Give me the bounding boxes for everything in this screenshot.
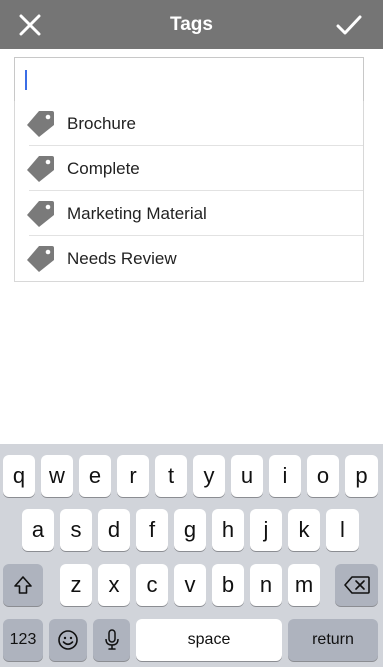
text-caret [25,70,27,90]
tag-icon [27,111,54,137]
key-i[interactable]: i [269,455,301,497]
key-t[interactable]: t [155,455,187,497]
tag-icon [27,156,54,182]
top-bar: Tags [0,0,383,49]
key-q[interactable]: q [3,455,35,497]
numbers-key[interactable]: 123 [3,619,43,661]
tag-list: Brochure Complete Marketing Material Nee… [14,101,364,282]
key-p[interactable]: p [345,455,378,497]
key-x[interactable]: x [98,564,130,606]
key-a[interactable]: a [22,509,54,551]
key-s[interactable]: s [60,509,92,551]
tag-icon [27,246,54,272]
tag-label: Brochure [67,114,136,133]
key-e[interactable]: e [79,455,111,497]
on-screen-keyboard: q w e r t y u i o p a s d f g h j k l z … [0,444,383,667]
key-f[interactable]: f [136,509,168,551]
key-u[interactable]: u [231,455,263,497]
key-y[interactable]: y [193,455,225,497]
key-j[interactable]: j [250,509,282,551]
key-b[interactable]: b [212,564,244,606]
return-key[interactable]: return [288,619,378,661]
dictation-key[interactable] [93,619,130,661]
emoji-icon [58,630,78,650]
key-h[interactable]: h [212,509,244,551]
key-n[interactable]: n [250,564,282,606]
tag-label: Marketing Material [67,204,207,223]
tag-search-field[interactable] [14,57,364,102]
key-c[interactable]: c [136,564,168,606]
key-w[interactable]: w [41,455,73,497]
delete-key[interactable] [335,564,378,606]
shift-key[interactable] [3,564,43,606]
done-button[interactable] [321,0,377,49]
tag-label: Complete [67,159,140,178]
emoji-key[interactable] [49,619,87,661]
key-o[interactable]: o [307,455,339,497]
key-v[interactable]: v [174,564,206,606]
microphone-icon [104,629,119,650]
key-k[interactable]: k [288,509,320,551]
tag-search-input[interactable] [15,58,363,101]
tag-item-needs-review[interactable]: Needs Review [15,236,363,281]
tag-icon [27,201,54,227]
tag-label: Needs Review [67,249,177,268]
key-r[interactable]: r [117,455,149,497]
space-key[interactable]: space [136,619,282,661]
checkmark-icon [336,15,362,34]
shift-icon [14,576,32,594]
key-z[interactable]: z [60,564,92,606]
key-d[interactable]: d [98,509,130,551]
key-m[interactable]: m [288,564,320,606]
tag-item-brochure[interactable]: Brochure [15,101,363,146]
key-g[interactable]: g [174,509,206,551]
key-l[interactable]: l [326,509,359,551]
tag-item-complete[interactable]: Complete [15,146,363,191]
tag-item-marketing-material[interactable]: Marketing Material [15,191,363,236]
backspace-icon [343,576,370,594]
